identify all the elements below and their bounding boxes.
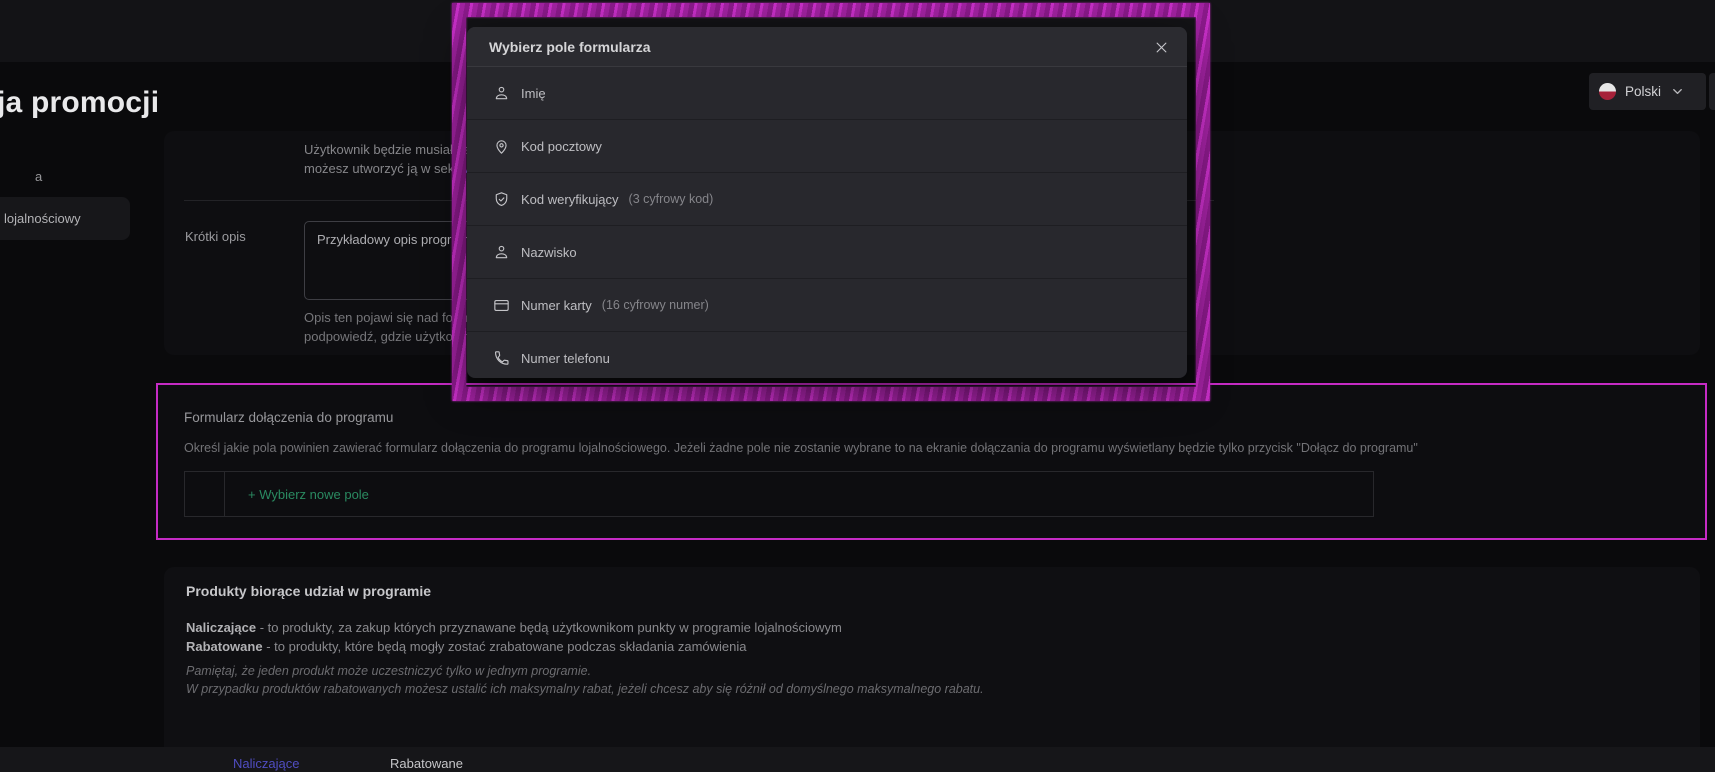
join-form-description: Określ jakie pola powinien zawierać form…: [184, 441, 1418, 455]
credit-card-icon: [493, 297, 510, 314]
short-description-help2: podpowiedź, gdzie użytkowni: [304, 329, 472, 344]
join-form-title: Formularz dołączenia do programu: [184, 410, 393, 425]
sidebar-item-loyalty-program[interactable]: lojalnościowy: [0, 197, 130, 240]
modal-item-postal-code[interactable]: Kod pocztowy: [467, 120, 1187, 173]
modal-header: Wybierz pole formularza: [467, 27, 1187, 67]
modal-item-verification-code[interactable]: Kod weryfikujący (3 cyfrowy kod): [467, 173, 1187, 226]
language-selector[interactable]: Polski: [1589, 73, 1706, 110]
tab-accruing[interactable]: Naliczające: [233, 756, 299, 771]
sidebar-item-label: lojalnościowy: [4, 211, 81, 226]
map-pin-icon: [493, 138, 510, 155]
close-icon[interactable]: [1149, 35, 1173, 59]
join-form-section-annotated: Formularz dołączenia do programu Określ …: [156, 383, 1707, 540]
discounted-definition: Rabatowane - to produkty, które będą mog…: [186, 639, 747, 654]
poland-flag-icon: [1599, 83, 1616, 100]
table-empty-cell: [185, 472, 225, 516]
person-icon: [493, 85, 510, 102]
edge-partial-button[interactable]: [1709, 73, 1715, 110]
tab-discounted[interactable]: Rabatowane: [390, 756, 463, 771]
modal-item-last-name[interactable]: Nazwisko: [467, 226, 1187, 279]
add-field-button[interactable]: + Wybierz nowe pole: [248, 487, 369, 502]
language-label: Polski: [1625, 84, 1661, 99]
sidebar-item-partial[interactable]: a: [35, 169, 42, 184]
modal-title: Wybierz pole formularza: [489, 39, 651, 55]
products-section-card: Produkty biorące udział w programie Nali…: [164, 567, 1700, 772]
shield-check-icon: [493, 191, 510, 208]
accruing-definition: Naliczające - to produkty, za zakup któr…: [186, 620, 842, 635]
modal-item-card-number[interactable]: Numer karty (16 cyfrowy numer): [467, 279, 1187, 332]
products-note-2: W przypadku produktów rabatowanych możes…: [186, 682, 984, 696]
products-section-title: Produkty biorące udział w programie: [186, 583, 431, 599]
chevron-down-icon: [1670, 84, 1685, 99]
products-tab-bar: Naliczające Rabatowane: [0, 747, 1715, 772]
person-icon: [493, 244, 510, 261]
choose-form-field-modal: Wybierz pole formularza Imię Kod pocztow…: [467, 27, 1187, 378]
acceptance-help-line2: możesz utworzyć ją w sekcM: [304, 161, 472, 176]
modal-item-phone-number[interactable]: Numer telefonu: [467, 332, 1187, 384]
form-fields-table-row: + Wybierz nowe pole: [184, 471, 1374, 517]
phone-icon: [493, 350, 510, 367]
products-note-1: Pamiętaj, że jeden produkt może uczestni…: [186, 664, 591, 678]
page-title: ja promocji: [0, 86, 159, 120]
modal-item-first-name[interactable]: Imię: [467, 67, 1187, 120]
short-description-label: Krótki opis: [185, 229, 246, 244]
